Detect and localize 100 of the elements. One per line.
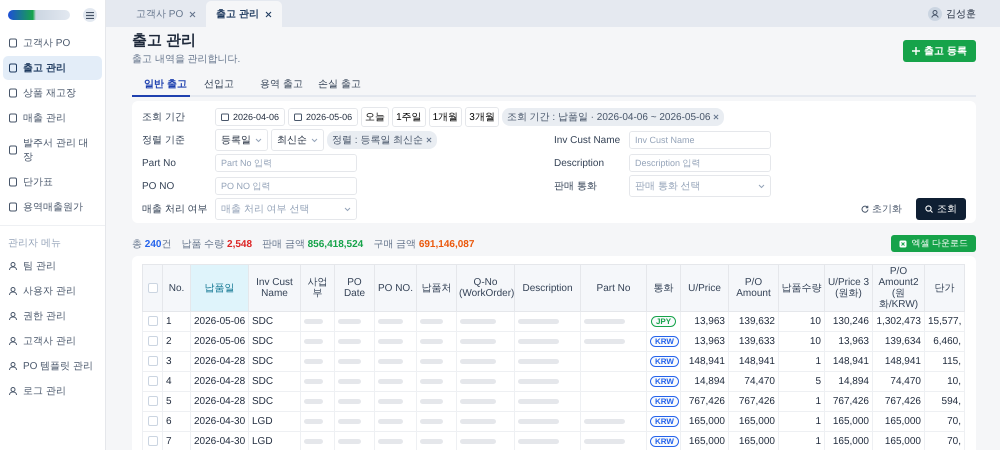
- tab[interactable]: 용역 출고: [248, 73, 306, 95]
- blurred-text: [338, 399, 362, 404]
- column-header[interactable]: U/Price 3 (원화): [824, 264, 872, 312]
- blurred-text: [460, 379, 496, 384]
- page-subtitle: 출고 내역을 관리합니다.: [132, 53, 240, 66]
- table-cell: 148,941: [680, 352, 728, 372]
- column-header[interactable]: 납품처: [416, 264, 456, 312]
- column-header[interactable]: 통화: [646, 264, 680, 312]
- column-header[interactable]: No.: [162, 264, 190, 312]
- table-cell: 148,941: [872, 352, 924, 372]
- blurred-text: [518, 379, 560, 384]
- tab[interactable]: 선입고: [190, 73, 248, 95]
- sidebar-item[interactable]: 발주서 관리 대장: [3, 131, 102, 169]
- table-cell: 767,426: [872, 392, 924, 412]
- table-cell: 10,: [924, 372, 964, 392]
- table-cell: 10: [778, 332, 824, 352]
- menu-button[interactable]: [83, 8, 97, 22]
- sidebar-item[interactable]: 팀 관리: [3, 254, 102, 278]
- column-header[interactable]: 사업부: [300, 264, 334, 312]
- sidebar-item[interactable]: 로그 관리: [3, 379, 102, 403]
- column-header[interactable]: Q-No (WorkOrder): [456, 264, 514, 312]
- tab[interactable]: 손실 출고: [306, 73, 364, 95]
- table-cell: 594,: [924, 392, 964, 412]
- column-header[interactable]: Description: [514, 264, 580, 312]
- sort-field-select[interactable]: 등록일: [215, 129, 268, 151]
- currency-badge: KRW: [650, 356, 679, 367]
- sort-order-select[interactable]: 최신순: [271, 129, 324, 151]
- blurred-text: [304, 359, 323, 364]
- column-header[interactable]: 납품일: [190, 264, 248, 312]
- date-field[interactable]: 2026-05-06: [288, 108, 358, 126]
- blurred-text: [338, 319, 362, 324]
- row-checkbox[interactable]: [148, 356, 158, 366]
- table-cell: 13,963: [824, 332, 872, 352]
- sidebar-item[interactable]: PO 템플릿 관리: [3, 354, 102, 378]
- field-label: Inv Cust Name: [554, 134, 622, 146]
- column-header[interactable]: Inv Cust Name: [248, 264, 300, 312]
- column-header[interactable]: PO Date: [334, 264, 374, 312]
- table-cell: 1,302,473: [872, 312, 924, 332]
- blurred-text: [378, 319, 402, 324]
- quick-range-button[interactable]: 1개월: [428, 107, 462, 127]
- search-button[interactable]: 조회: [916, 198, 966, 220]
- sidebar-item[interactable]: 단가표: [3, 170, 102, 194]
- column-header[interactable]: Part No: [580, 264, 646, 312]
- menu-icon[interactable]: [86, 12, 94, 18]
- input-field[interactable]: Part No 입력: [215, 154, 357, 172]
- sidebar-item[interactable]: 용역매출원가: [3, 195, 102, 219]
- sidebar-item[interactable]: 사용자 관리: [3, 279, 102, 303]
- table-cell: SDC: [248, 332, 300, 352]
- sidebar-item[interactable]: 출고 관리: [3, 56, 102, 80]
- blurred-text: [460, 439, 496, 444]
- blurred-text: [304, 319, 323, 324]
- reset-button[interactable]: 초기화: [855, 201, 908, 217]
- column-header[interactable]: PO NO.: [374, 264, 416, 312]
- table-cell: 5: [778, 372, 824, 392]
- column-header[interactable]: U/Price: [680, 264, 728, 312]
- table-cell: 165,000: [728, 412, 778, 432]
- row-checkbox[interactable]: [148, 396, 158, 406]
- table-cell: 2026-05-06: [190, 312, 248, 332]
- table-cell: 4: [162, 372, 190, 392]
- filter-chip[interactable]: 조회 기간 : 납품일 · 2026-04-06 ~ 2026-05-06: [502, 108, 724, 126]
- column-header[interactable]: 단가: [924, 264, 964, 312]
- column-header[interactable]: P/O Amount: [728, 264, 778, 312]
- row-checkbox[interactable]: [148, 416, 158, 426]
- user-avatar-icon[interactable]: [928, 6, 942, 20]
- blurred-text: [420, 379, 444, 384]
- sidebar-item[interactable]: 고객사 관리: [3, 329, 102, 353]
- row-checkbox[interactable]: [148, 336, 158, 346]
- quick-range-button[interactable]: 3개월: [465, 107, 499, 127]
- quick-range-button[interactable]: 1주일: [392, 107, 426, 127]
- input-field[interactable]: Description 입력: [629, 154, 771, 172]
- close-icon[interactable]: [265, 10, 272, 18]
- tab[interactable]: 출고 관리: [206, 1, 282, 27]
- row-checkbox[interactable]: [148, 316, 158, 326]
- tab[interactable]: 일반 출고: [132, 73, 190, 97]
- blurred-text: [420, 339, 444, 344]
- sidebar-item[interactable]: 권한 관리: [3, 304, 102, 328]
- table-cell: SDC: [248, 352, 300, 372]
- table-cell: 2026-04-28: [190, 392, 248, 412]
- sidebar-item[interactable]: 매출 관리: [3, 106, 102, 130]
- input-field[interactable]: Inv Cust Name: [629, 131, 771, 149]
- caret-icon: [344, 206, 351, 212]
- quick-range-button[interactable]: 오늘: [361, 107, 390, 127]
- filter-chip[interactable]: 정렬 : 등록일 최신순: [327, 131, 438, 149]
- summary-stat: 납품 수량 2,548: [181, 238, 252, 250]
- input-field[interactable]: PO NO 입력: [215, 177, 357, 195]
- row-checkbox[interactable]: [148, 376, 158, 386]
- column-header[interactable]: P/O Amount2 (원화/KRW): [872, 264, 924, 312]
- select-all-checkbox[interactable]: [148, 282, 158, 293]
- sidebar-item[interactable]: 상품 재고장: [3, 81, 102, 105]
- column-header[interactable]: 납품수량: [778, 264, 824, 312]
- sidebar-item[interactable]: 고객사 PO: [3, 31, 102, 55]
- table-cell: SDC: [248, 372, 300, 392]
- table-cell: 13,963: [680, 312, 728, 332]
- table-cell: 2026-05-06: [190, 332, 248, 352]
- spreadsheet-icon: [899, 240, 908, 248]
- row-checkbox[interactable]: [148, 436, 158, 446]
- blurred-text: [420, 399, 444, 404]
- blurred-text: [460, 399, 496, 404]
- tab[interactable]: 고객사 PO: [126, 1, 206, 27]
- date-field[interactable]: 2026-04-06: [215, 108, 286, 126]
